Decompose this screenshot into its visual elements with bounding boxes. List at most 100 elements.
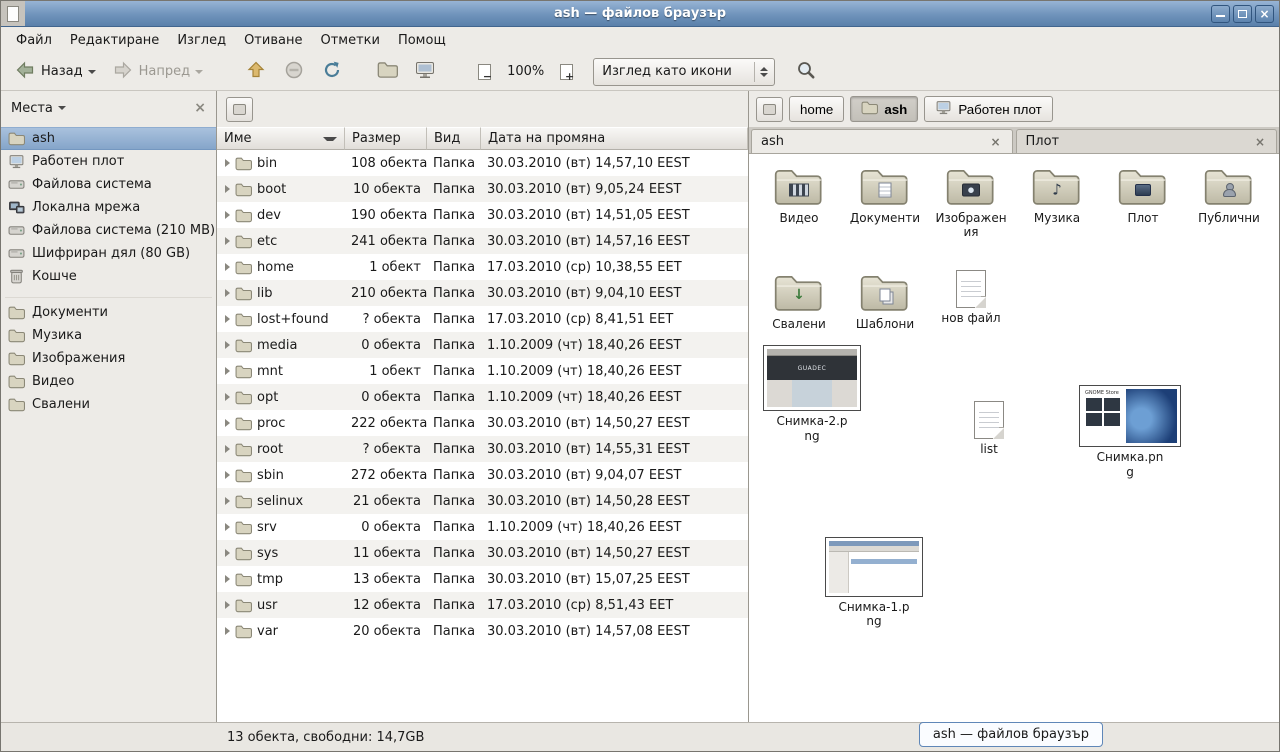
path-button[interactable]: home bbox=[789, 96, 844, 122]
sidebar-item[interactable]: Локална мрежа bbox=[1, 196, 216, 219]
table-row[interactable]: root? обектаПапка30.03.2010 (вт) 14,55,3… bbox=[217, 436, 748, 462]
table-row[interactable]: boot10 обектаПапка30.03.2010 (вт) 9,05,2… bbox=[217, 176, 748, 202]
icon-cell[interactable]: GUADECСнимка-2.png bbox=[763, 345, 861, 443]
view-mode-select[interactable]: Изглед като икони bbox=[593, 58, 775, 86]
expander-icon[interactable] bbox=[225, 341, 230, 349]
table-row[interactable]: var20 обектаПапка30.03.2010 (вт) 14,57,0… bbox=[217, 618, 748, 644]
table-row[interactable]: media0 обектаПапка1.10.2009 (чт) 18,40,2… bbox=[217, 332, 748, 358]
reload-button[interactable] bbox=[315, 57, 349, 87]
up-button[interactable] bbox=[239, 57, 273, 87]
expander-icon[interactable] bbox=[225, 601, 230, 609]
places-caret-icon[interactable] bbox=[58, 106, 66, 110]
path-button[interactable]: Работен плот bbox=[924, 96, 1052, 122]
expander-icon[interactable] bbox=[225, 211, 230, 219]
expander-icon[interactable] bbox=[225, 523, 230, 531]
icon-cell[interactable]: Шаблони bbox=[847, 270, 923, 331]
menu-item[interactable]: Отиване bbox=[235, 30, 311, 51]
sidebar-item[interactable]: Кошче bbox=[1, 265, 216, 288]
menu-item[interactable]: Редактиране bbox=[61, 30, 168, 51]
icon-cell[interactable]: ↓Свалени bbox=[761, 270, 837, 331]
expander-icon[interactable] bbox=[225, 185, 230, 193]
menu-item[interactable]: Изглед bbox=[168, 30, 235, 51]
forward-button[interactable]: Напред bbox=[106, 57, 209, 87]
menu-item[interactable]: Отметки bbox=[311, 30, 388, 51]
places-close-icon[interactable]: × bbox=[194, 100, 206, 116]
table-row[interactable]: lost+found? обектаПапка17.03.2010 (ср) 8… bbox=[217, 306, 748, 332]
table-row[interactable]: bin108 обектаПапка30.03.2010 (вт) 14,57,… bbox=[217, 150, 748, 176]
icon-cell[interactable]: Плот bbox=[1105, 164, 1181, 225]
expander-icon[interactable] bbox=[225, 289, 230, 297]
expander-icon[interactable] bbox=[225, 393, 230, 401]
table-row[interactable]: usr12 обектаПапка17.03.2010 (ср) 8,51,43… bbox=[217, 592, 748, 618]
table-row[interactable]: mnt1 обектПапка1.10.2009 (чт) 18,40,26 E… bbox=[217, 358, 748, 384]
back-button[interactable]: Назад bbox=[8, 57, 102, 87]
table-row[interactable]: sbin272 обектаПапка30.03.2010 (вт) 9,04,… bbox=[217, 462, 748, 488]
sidebar-item[interactable]: Свалени bbox=[1, 393, 216, 416]
stop-button[interactable] bbox=[277, 57, 311, 87]
computer-button[interactable] bbox=[408, 57, 442, 87]
expander-icon[interactable] bbox=[225, 159, 230, 167]
icon-cell[interactable]: list bbox=[959, 401, 1019, 456]
expander-icon[interactable] bbox=[225, 367, 230, 375]
pane-toggle-button[interactable] bbox=[226, 97, 253, 122]
home-button[interactable] bbox=[371, 57, 404, 87]
expander-icon[interactable] bbox=[225, 549, 230, 557]
icon-cell[interactable]: Публични bbox=[1191, 164, 1267, 225]
places-title[interactable]: Места bbox=[11, 101, 53, 116]
sidebar-item[interactable]: Изображения bbox=[1, 347, 216, 370]
expander-icon[interactable] bbox=[225, 263, 230, 271]
expander-icon[interactable] bbox=[225, 237, 230, 245]
sidebar-item[interactable]: Видео bbox=[1, 370, 216, 393]
menu-item[interactable]: Файл bbox=[7, 30, 61, 51]
table-row[interactable]: lib210 обектаПапка30.03.2010 (вт) 9,04,1… bbox=[217, 280, 748, 306]
tab[interactable]: ash× bbox=[751, 129, 1013, 153]
expander-icon[interactable] bbox=[225, 497, 230, 505]
back-history-icon[interactable] bbox=[88, 70, 96, 74]
table-row[interactable]: proc222 обектаПапка30.03.2010 (вт) 14,50… bbox=[217, 410, 748, 436]
zoom-in-button[interactable]: + bbox=[554, 57, 579, 87]
sidebar-item[interactable]: Шифриран дял (80 GB) bbox=[1, 242, 216, 265]
column-header[interactable]: Име bbox=[217, 127, 345, 150]
minimize-button[interactable] bbox=[1211, 5, 1230, 23]
expander-icon[interactable] bbox=[225, 419, 230, 427]
column-header[interactable]: Размер bbox=[345, 127, 427, 150]
sidebar-item[interactable]: Работен плот bbox=[1, 150, 216, 173]
expander-icon[interactable] bbox=[225, 575, 230, 583]
table-row[interactable]: opt0 обектаПапка1.10.2009 (чт) 18,40,26 … bbox=[217, 384, 748, 410]
sidebar-item[interactable]: Музика bbox=[1, 324, 216, 347]
table-row[interactable]: tmp13 обектаПапка30.03.2010 (вт) 15,07,2… bbox=[217, 566, 748, 592]
zoom-out-button[interactable]: − bbox=[472, 57, 497, 87]
column-header[interactable]: Вид bbox=[427, 127, 481, 150]
table-row[interactable]: etc241 обектаПапка30.03.2010 (вт) 14,57,… bbox=[217, 228, 748, 254]
sidebar-item[interactable]: Документи bbox=[1, 301, 216, 324]
sidebar-item[interactable]: ash bbox=[1, 127, 216, 150]
sidebar-item[interactable]: Файлова система bbox=[1, 173, 216, 196]
expander-icon[interactable] bbox=[225, 627, 230, 635]
icon-cell[interactable]: GNOME StoreСнимка.png bbox=[1079, 385, 1181, 479]
tab-close-icon[interactable]: × bbox=[1253, 135, 1267, 149]
table-row[interactable]: selinux21 обектаПапка30.03.2010 (вт) 14,… bbox=[217, 488, 748, 514]
maximize-button[interactable] bbox=[1233, 5, 1252, 23]
sidebar-item[interactable]: Файлова система (210 MB) bbox=[1, 219, 216, 242]
search-button[interactable] bbox=[789, 57, 823, 87]
expander-icon[interactable] bbox=[225, 445, 230, 453]
tab-close-icon[interactable]: × bbox=[988, 135, 1002, 149]
table-row[interactable]: srv0 обектаПапка1.10.2009 (чт) 18,40,26 … bbox=[217, 514, 748, 540]
icon-cell[interactable]: Снимка-1.png bbox=[825, 537, 923, 629]
icon-cell[interactable]: ♪Музика bbox=[1019, 164, 1095, 225]
icon-cell[interactable]: Изображения bbox=[933, 164, 1009, 240]
icon-cell[interactable]: Видео bbox=[761, 164, 837, 225]
icon-view[interactable]: ВидеоДокументиИзображения♪МузикаПлотПубл… bbox=[749, 154, 1279, 722]
expander-icon[interactable] bbox=[225, 315, 230, 323]
icon-cell[interactable]: нов файл bbox=[933, 270, 1009, 325]
close-button[interactable]: × bbox=[1255, 5, 1274, 23]
column-header[interactable]: Дата на промяна bbox=[481, 127, 748, 150]
table-row[interactable]: dev190 обектаПапка30.03.2010 (вт) 14,51,… bbox=[217, 202, 748, 228]
titlebar[interactable]: ash — файлов браузър × bbox=[1, 1, 1279, 27]
menu-item[interactable]: Помощ bbox=[389, 30, 455, 51]
table-row[interactable]: sys11 обектаПапка30.03.2010 (вт) 14,50,2… bbox=[217, 540, 748, 566]
icon-cell[interactable]: Документи bbox=[847, 164, 923, 225]
tab[interactable]: Плот× bbox=[1016, 129, 1278, 153]
path-button[interactable]: ash bbox=[850, 96, 918, 122]
expander-icon[interactable] bbox=[225, 471, 230, 479]
